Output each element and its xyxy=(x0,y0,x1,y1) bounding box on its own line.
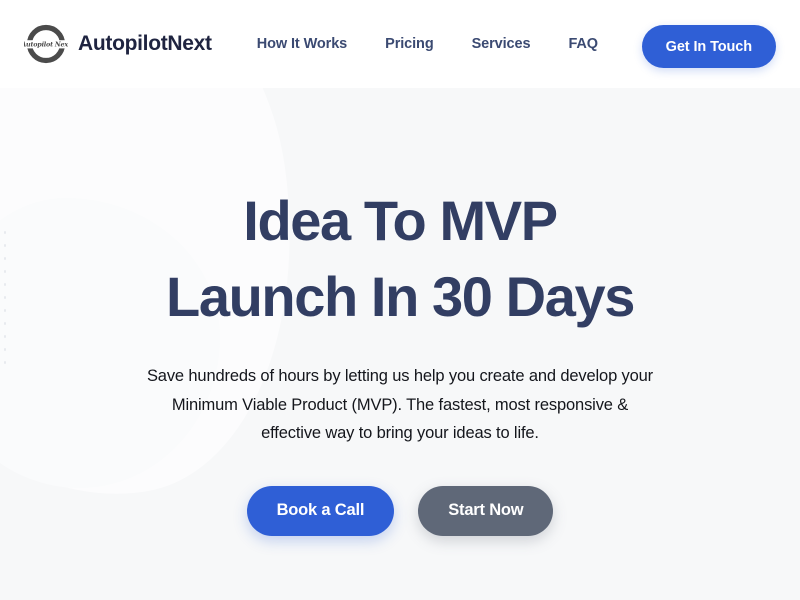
main-navigation: How It Works Pricing Services FAQ xyxy=(257,36,598,52)
start-now-button[interactable]: Start Now xyxy=(418,485,554,536)
nav-item-services[interactable]: Services xyxy=(472,36,531,52)
brand-name: AutopilotNext xyxy=(78,32,212,55)
hero-content: Idea To MVP Launch In 30 Days Save hundr… xyxy=(0,88,800,536)
get-in-touch-button[interactable]: Get In Touch xyxy=(641,25,776,68)
book-a-call-button[interactable]: Book a Call xyxy=(246,485,395,536)
site-header: Autopilot Next AutopilotNext How It Work… xyxy=(0,0,800,88)
nav-item-faq[interactable]: FAQ xyxy=(568,36,598,52)
hero-subtitle: Save hundreds of hours by letting us hel… xyxy=(146,367,654,442)
nav-item-how-it-works[interactable]: How It Works xyxy=(257,36,347,52)
hero-section: Idea To MVP Launch In 30 Days Save hundr… xyxy=(0,88,800,600)
nav-item-pricing[interactable]: Pricing xyxy=(385,36,434,52)
hero-action-buttons: Book a Call Start Now xyxy=(0,485,800,536)
hero-heading: Idea To MVP Launch In 30 Days xyxy=(0,183,800,335)
autopilotnext-ring-logo-icon: Autopilot Next xyxy=(20,22,71,66)
brand-logo-link[interactable]: Autopilot Next AutopilotNext xyxy=(20,22,212,66)
hero-heading-line-2: Launch In 30 Days xyxy=(166,265,635,328)
hero-heading-line-1: Idea To MVP xyxy=(243,189,558,252)
landing-page: Autopilot Next AutopilotNext How It Work… xyxy=(0,0,800,600)
svg-text:Autopilot Next: Autopilot Next xyxy=(24,41,68,49)
